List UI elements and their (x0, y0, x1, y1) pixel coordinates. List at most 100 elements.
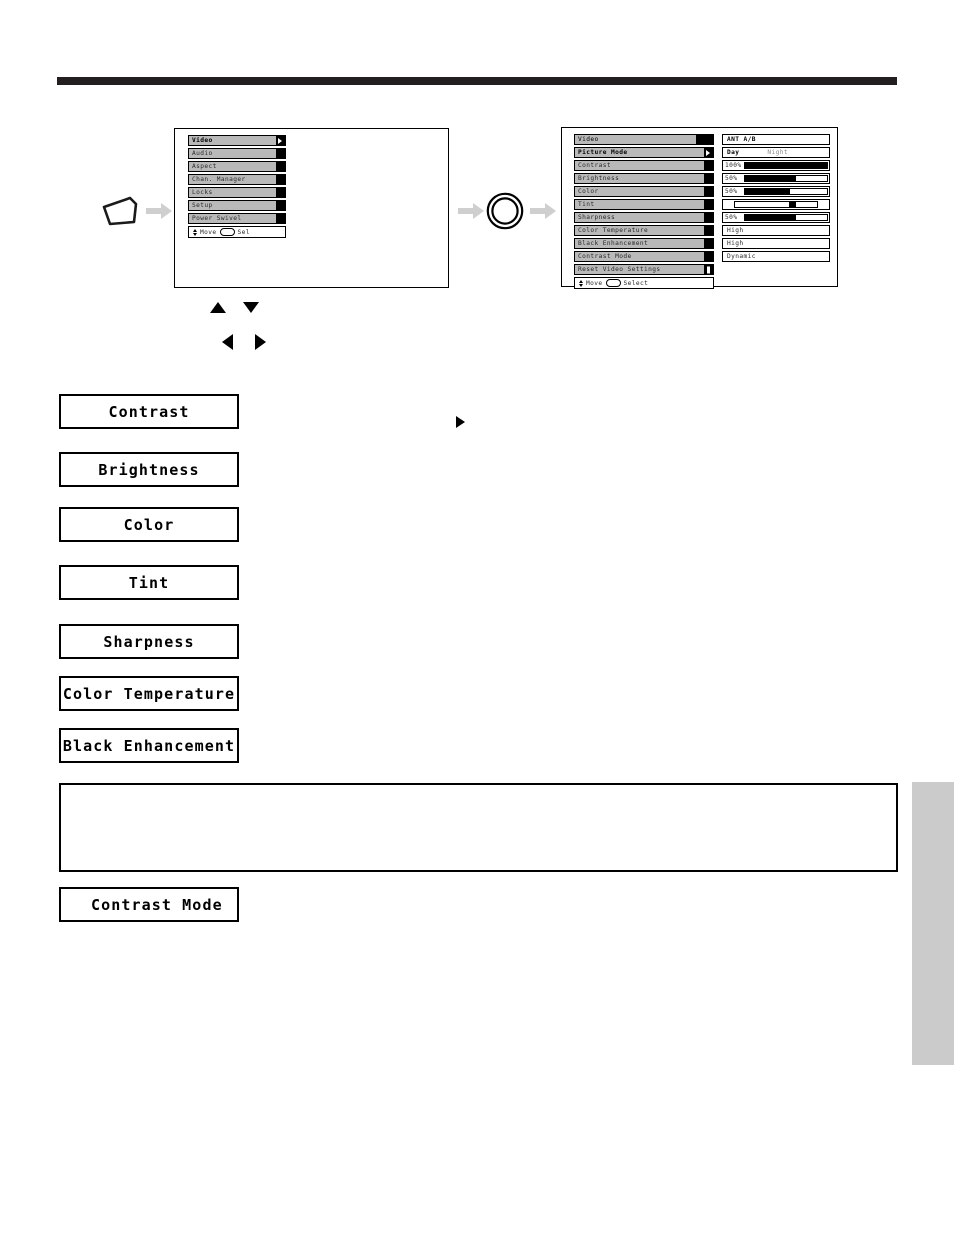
osd-video-item-label: Picture Mode (578, 149, 628, 156)
value-color-bar[interactable]: 50% (722, 186, 830, 197)
row-cap (276, 214, 285, 223)
caption-label: Color Temperature (62, 684, 236, 703)
sharpness-bar-fill (745, 215, 796, 220)
osd-video-item-black-enhancement[interactable]: Black Enhancement (574, 238, 714, 249)
osd-menu-item-video[interactable]: Video (188, 135, 286, 146)
caption-label: Brightness (98, 460, 200, 479)
osd-video-item-label: Sharpness (578, 214, 616, 221)
value-contrast-mode[interactable]: Dynamic (722, 251, 830, 262)
color-bar-track[interactable] (744, 188, 828, 195)
row-cap (704, 187, 713, 196)
osd-video-item-label: Brightness (578, 175, 620, 182)
row-cap (704, 174, 713, 183)
osd-video-item-brightness[interactable]: Brightness (574, 173, 714, 184)
picture-mode-night-option[interactable]: Night (739, 148, 788, 157)
value-ant-ab[interactable]: ANT A/B (722, 134, 830, 145)
title-cap (696, 135, 713, 144)
osd-video-item-picture-mode[interactable]: Picture Mode (574, 147, 714, 158)
arrow-down-glyph (243, 302, 259, 313)
header-rule (57, 77, 897, 85)
caption-label: Contrast Mode (91, 895, 223, 914)
sharpness-percent-label: 50% (725, 214, 738, 221)
remote-button-icon (100, 193, 142, 229)
osd-video-item-sharpness[interactable]: Sharpness (574, 212, 714, 223)
caption-color-temperature: Color Temperature (59, 676, 239, 711)
osd-menu-item-audio[interactable]: Audio (188, 148, 286, 159)
scroll-more-icon (704, 265, 713, 274)
caption-contrast-mode: Contrast Mode (59, 887, 239, 922)
osd-video-item-label: Contrast Mode (578, 253, 632, 260)
value-text: Dynamic (727, 253, 756, 260)
contrast-bar-track[interactable] (744, 162, 828, 169)
sharpness-bar-track[interactable] (744, 214, 828, 221)
hint-select-label: Select (623, 279, 649, 287)
row-cap (276, 149, 285, 158)
caption-tint: Tint (59, 565, 239, 600)
value-contrast-bar[interactable]: 100% (722, 160, 830, 171)
osd-menu-item-setup[interactable]: Setup (188, 200, 286, 211)
osd-menu-item-label: Power Swivel (192, 215, 242, 222)
osd-title-label: Video (578, 136, 599, 143)
caption-contrast: Contrast (59, 394, 239, 429)
osd-video-menu-list: Video Picture Mode Contrast Brightness C… (574, 134, 714, 289)
value-text: ANT A/B (727, 136, 756, 143)
osd-hint-bar: Move Select (574, 277, 714, 289)
osd-menu-item-label: Locks (192, 189, 213, 196)
value-text: High (727, 227, 744, 234)
osd-video-item-label: Tint (578, 201, 595, 208)
submenu-arrow-icon (704, 148, 713, 157)
osd-video-item-label: Reset Video Settings (578, 266, 661, 273)
row-cap (276, 201, 285, 210)
row-cap (276, 188, 285, 197)
brightness-bar-track[interactable] (744, 175, 828, 182)
caption-label: Sharpness (103, 632, 195, 651)
value-brightness-bar[interactable]: 50% (722, 173, 830, 184)
osd-video-item-color[interactable]: Color (574, 186, 714, 197)
osd-video-item-label: Contrast (578, 162, 612, 169)
picture-mode-day-option[interactable]: Day (723, 148, 739, 157)
submenu-arrow-icon (276, 136, 285, 145)
osd-menu-item-label: Chan. Manager (192, 176, 246, 183)
osd-video-value-column: ANT A/B Day Night 100% 50% 50% 50% High … (722, 134, 830, 264)
osd-menu-item-label: Aspect (192, 163, 217, 170)
arrow-up-glyph (210, 302, 226, 313)
value-black-enhancement[interactable]: High (722, 238, 830, 249)
caption-label: Tint (128, 573, 170, 592)
tint-bar-track[interactable] (734, 201, 818, 208)
row-cap (704, 200, 713, 209)
osd-video-menu-screen: Video Picture Mode Contrast Brightness C… (561, 127, 838, 289)
osd-video-menu-title: Video (574, 134, 714, 145)
value-tint-bar[interactable] (722, 199, 830, 210)
value-picture-mode-toggle[interactable]: Day Night (722, 147, 830, 158)
tint-bar-knob[interactable] (789, 202, 797, 207)
value-color-temperature[interactable]: High (722, 225, 830, 236)
flow-arrow-icon-2 (458, 203, 484, 219)
row-cap (276, 175, 285, 184)
osd-menu-item-aspect[interactable]: Aspect (188, 161, 286, 172)
osd-menu-item-label: Audio (192, 150, 213, 157)
caption-black-enhancement: Black Enhancement (59, 728, 239, 763)
hint-move-label: Move (586, 279, 603, 287)
osd-menu-item-chan-manager[interactable]: Chan. Manager (188, 174, 286, 185)
osd-video-item-tint[interactable]: Tint (574, 199, 714, 210)
arrow-right-glyph (255, 334, 266, 350)
brightness-percent-label: 50% (725, 175, 738, 182)
osd-video-item-contrast-mode[interactable]: Contrast Mode (574, 251, 714, 262)
osd-video-item-contrast[interactable]: Contrast (574, 160, 714, 171)
osd-video-item-color-temperature[interactable]: Color Temperature (574, 225, 714, 236)
value-sharpness-bar[interactable]: 50% (722, 212, 830, 223)
osd-menu-item-locks[interactable]: Locks (188, 187, 286, 198)
caption-sharpness: Sharpness (59, 624, 239, 659)
row-cap (704, 226, 713, 235)
right-triangle-marker (456, 416, 465, 428)
color-percent-label: 50% (725, 188, 738, 195)
caption-label: Black Enhancement (62, 736, 236, 755)
row-cap (704, 213, 713, 222)
hint-select-label: Sel (237, 228, 250, 236)
osd-video-item-label: Black Enhancement (578, 240, 649, 247)
brightness-bar-fill (745, 176, 796, 181)
osd-video-item-reset-video-settings[interactable]: Reset Video Settings (574, 264, 714, 275)
osd-menu-item-power-swivel[interactable]: Power Swivel (188, 213, 286, 224)
contrast-percent-label: 100% (725, 162, 742, 169)
flow-arrow-icon-1 (146, 203, 172, 219)
